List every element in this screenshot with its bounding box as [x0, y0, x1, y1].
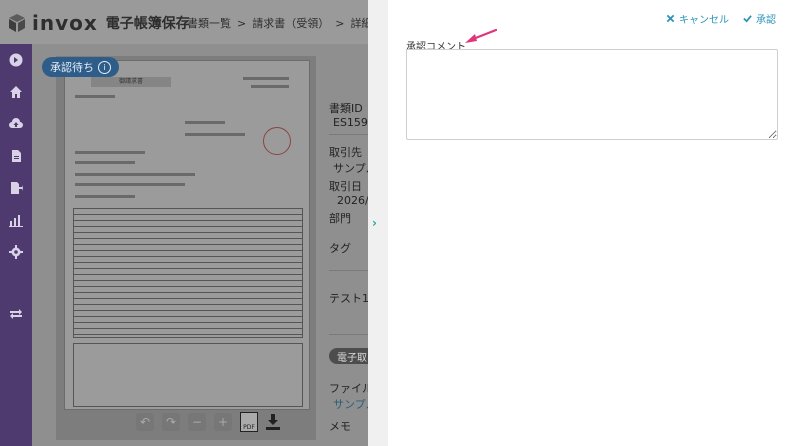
app-subtitle: 電子帳簿保存: [105, 16, 190, 32]
cancel-button-label: キャンセル: [679, 15, 729, 26]
zoom-out-icon[interactable]: −: [188, 413, 206, 431]
document-line: [75, 151, 145, 154]
document-line: [251, 85, 289, 88]
sidebar: [0, 44, 32, 446]
breadcrumb-separator: >: [237, 16, 247, 30]
memo-label: メモ: [329, 420, 351, 433]
doc-id-label: 書類ID: [329, 102, 363, 115]
approve-button[interactable]: 承認: [743, 11, 776, 26]
document-line: [75, 195, 135, 198]
document-line: [75, 173, 195, 176]
export-icon[interactable]: [0, 172, 32, 204]
document-line: [75, 95, 115, 98]
approval-comment-field[interactable]: [406, 49, 778, 140]
document-line: [75, 183, 185, 186]
breadcrumb: 書類一覧 > 請求書（受領） > 詳細: [187, 15, 372, 31]
status-badge[interactable]: 承認待ち i: [42, 57, 119, 77]
document-line: [185, 121, 225, 124]
document-line: [243, 77, 289, 80]
transfer-icon[interactable]: [0, 298, 32, 330]
document-line: [75, 161, 135, 164]
zoom-in-icon[interactable]: +: [214, 413, 232, 431]
status-badge-label: 承認待ち: [50, 61, 94, 74]
cloud-upload-icon[interactable]: [0, 108, 32, 140]
drawer-handle[interactable]: ›: [368, 0, 388, 446]
invoice-line-table: [73, 208, 303, 338]
drawer-actions: キャンセル 承認: [666, 11, 776, 26]
logo-cube-icon: [9, 14, 25, 32]
check-icon: [743, 15, 752, 23]
document-viewer: 御請求書 ↶ ↷ − + PDF: [56, 56, 316, 440]
date-label: 取引日: [329, 180, 362, 193]
divider: [329, 270, 369, 271]
dept-label: 部門: [329, 212, 351, 225]
breadcrumb-item-invoice[interactable]: 請求書（受領）: [252, 15, 329, 31]
arrow-right-circle-icon[interactable]: [0, 44, 32, 76]
download-icon[interactable]: [266, 414, 280, 430]
gear-icon[interactable]: [0, 236, 32, 268]
remarks-box: [73, 343, 303, 407]
annotation-arrow-icon: [465, 28, 497, 43]
document-preview[interactable]: 御請求書: [64, 60, 310, 410]
app-logo[interactable]: invox 電子帳簿保存: [8, 11, 190, 35]
cancel-button[interactable]: キャンセル: [666, 11, 729, 26]
approve-button-label: 承認: [756, 15, 776, 26]
redo-icon[interactable]: ↷: [162, 413, 180, 431]
divider: [329, 334, 369, 335]
sample-stamp: [263, 127, 291, 155]
close-icon: [666, 14, 675, 23]
divider: [329, 134, 369, 135]
chart-icon[interactable]: [0, 204, 32, 236]
detail-content: 御請求書 ↶ ↷ − + PDF 承認待ち i 書類ID ES15977 取引先…: [32, 44, 387, 446]
document-title: 御請求書: [91, 77, 171, 87]
chevron-right-icon[interactable]: ›: [372, 216, 377, 230]
breadcrumb-item-documents[interactable]: 書類一覧: [187, 15, 231, 31]
approval-drawer: キャンセル 承認 承認コメント: [388, 0, 800, 446]
pdf-icon[interactable]: PDF: [240, 412, 258, 432]
document-icon[interactable]: [0, 140, 32, 172]
info-icon[interactable]: i: [98, 60, 111, 74]
custom-field-label: テスト1: [329, 292, 369, 305]
viewer-toolbar: ↶ ↷ − + PDF: [136, 412, 280, 432]
document-line: [185, 133, 245, 136]
undo-icon[interactable]: ↶: [136, 413, 154, 431]
home-icon[interactable]: [0, 76, 32, 108]
breadcrumb-separator: >: [335, 16, 345, 30]
partner-label: 取引先: [329, 146, 362, 159]
tag-label: タグ: [329, 242, 351, 255]
app-name: invox: [32, 11, 98, 35]
